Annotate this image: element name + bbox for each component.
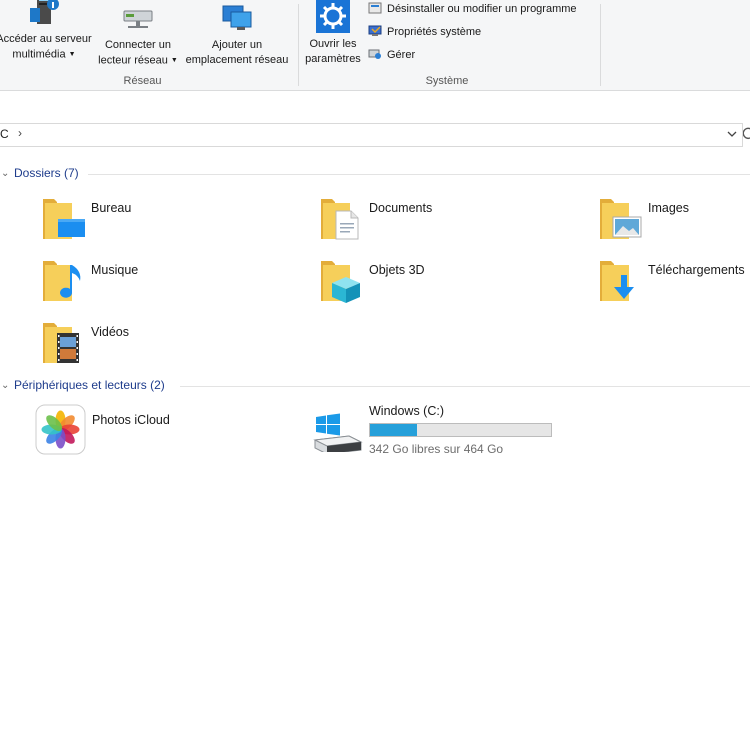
network-location-button[interactable]: Ajouter un emplacement réseau [182, 0, 292, 68]
caret-down-icon: ▼ [170, 57, 178, 64]
ribbon: Accéder au serveur multimédia ▼ Connecte… [0, 0, 750, 91]
icloud-photos-icon [35, 404, 86, 455]
caret-down-icon: ▼ [68, 51, 76, 58]
network-drive-icon [123, 10, 153, 28]
breadcrumb-this-pc[interactable]: C [0, 127, 9, 141]
media-server-label-2: multimédia [12, 48, 66, 61]
ribbon-group-network: Accéder au serveur multimédia ▼ Connecte… [0, 0, 297, 90]
drive-label: Windows (C:) [369, 404, 445, 418]
system-properties-label: Propriétés système [387, 26, 482, 38]
section-folders-title[interactable]: Dossiers (7) [14, 166, 79, 180]
device-item-photos-icloud[interactable]: Photos iCloud [35, 404, 275, 460]
drive-usage-fill [370, 424, 418, 436]
network-drive-label-1: Connecter un [104, 39, 172, 51]
folder-label: Objets 3D [369, 263, 425, 277]
network-drive-button[interactable]: Connecter un lecteur réseau ▼ [96, 0, 180, 68]
open-settings-button[interactable]: Ouvrir les paramètres [302, 0, 364, 67]
section-collapse-chevron-icon[interactable]: ⌄ [1, 380, 9, 391]
media-server-button[interactable]: Accéder au serveur multimédia ▼ [0, 0, 94, 62]
open-settings-label-2: paramètres [305, 53, 361, 65]
windows-drive-icon [313, 413, 363, 452]
section-devices[interactable]: ⌄ Périphériques et lecteurs (2) [0, 378, 750, 394]
uninstall-program-label: Désinstaller ou modifier un programme [387, 3, 577, 15]
documents-folder-icon [321, 199, 359, 240]
media-server-label-1: Accéder au serveur [0, 33, 92, 45]
network-location-icon [222, 5, 252, 30]
media-server-icon [30, 0, 59, 24]
folder-item-videos[interactable]: Vidéos [42, 319, 262, 375]
folder-item-musique[interactable]: Musique [42, 257, 262, 313]
device-label: Photos iCloud [92, 413, 170, 427]
uninstall-icon [368, 2, 382, 14]
chevron-down-icon[interactable] [726, 128, 738, 140]
section-divider [180, 386, 750, 387]
system-properties-button[interactable]: Propriétés système [368, 25, 481, 39]
folder-label: Documents [369, 201, 433, 215]
drive-free-space: 342 Go libres sur 464 Go [369, 442, 504, 456]
breadcrumb-separator-icon[interactable]: › [18, 126, 22, 140]
open-settings-label-1: Ouvrir les [309, 38, 357, 50]
section-folders[interactable]: ⌄ Dossiers (7) [0, 166, 750, 182]
ribbon-group-network-label: Réseau [123, 75, 162, 87]
network-location-label-1: Ajouter un [211, 39, 263, 51]
network-drive-label-2: lecteur réseau [98, 54, 168, 67]
refresh-icon[interactable] [743, 127, 750, 141]
folder-label: Images [648, 201, 689, 215]
3d-objects-folder-icon [321, 261, 360, 303]
folder-item-bureau[interactable]: Bureau [42, 195, 262, 251]
settings-gear-icon [316, 0, 350, 33]
manage-button[interactable]: Gérer [368, 48, 415, 62]
network-location-label-2: emplacement réseau [185, 54, 289, 66]
system-properties-icon [368, 25, 382, 36]
folder-item-telechargements[interactable]: Téléchargements [599, 257, 750, 313]
videos-folder-icon [43, 323, 79, 363]
device-item-windows-c[interactable]: Windows (C:) 342 Go libres sur 464 Go [313, 404, 563, 460]
uninstall-program-button[interactable]: Désinstaller ou modifier un programme [368, 2, 577, 16]
ribbon-group-system-label: Système [425, 75, 469, 87]
address-bar[interactable]: C › [0, 123, 743, 147]
section-collapse-chevron-icon[interactable]: ⌄ [1, 168, 9, 179]
section-devices-title[interactable]: Périphériques et lecteurs (2) [14, 378, 165, 392]
folder-item-documents[interactable]: Documents [320, 195, 540, 251]
drive-usage-bar [369, 423, 552, 437]
downloads-folder-icon [600, 261, 634, 301]
folder-label: Téléchargements [648, 263, 745, 277]
manage-icon [368, 49, 381, 59]
folder-label: Bureau [91, 201, 132, 215]
ribbon-separator [600, 4, 601, 86]
folder-item-images[interactable]: Images [599, 195, 749, 251]
section-divider [88, 174, 750, 175]
music-folder-icon [43, 261, 81, 301]
folder-label: Musique [91, 263, 139, 277]
folder-item-objets-3d[interactable]: Objets 3D [320, 257, 540, 313]
pictures-folder-icon [600, 199, 642, 239]
folder-label: Vidéos [91, 325, 129, 339]
desktop-folder-icon [43, 199, 85, 239]
manage-label: Gérer [387, 49, 416, 61]
